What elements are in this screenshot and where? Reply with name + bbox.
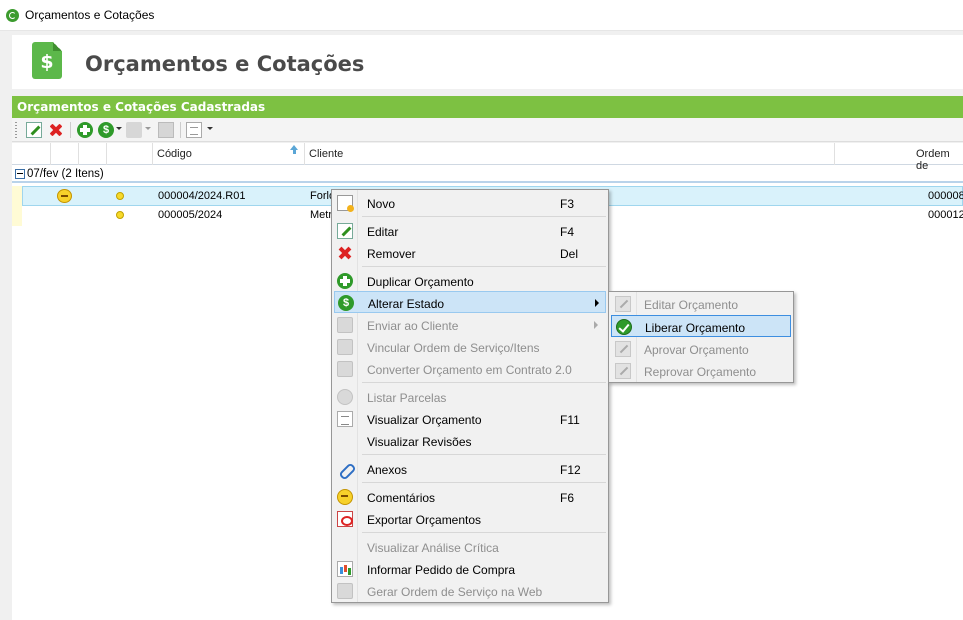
chevron-down-icon[interactable] [116, 127, 122, 130]
menu-item-exportar[interactable]: Exportar Orçamentos [334, 508, 606, 530]
toolbar-separator [180, 122, 181, 138]
parcels-icon [337, 389, 353, 405]
attach-icon [337, 461, 353, 477]
submenu-item-liberar-orcamento[interactable]: Liberar Orçamento [611, 315, 791, 337]
menu-item-remover[interactable]: Remover Del [334, 242, 606, 264]
menu-item-converter-contrato[interactable]: Converter Orçamento em Contrato 2.0 [334, 358, 606, 380]
chevron-down-icon [145, 127, 151, 130]
submenu-item-aprovar-orcamento[interactable]: Aprovar Orçamento [611, 338, 791, 360]
page-title: Orçamentos e Cotações [85, 52, 365, 76]
comment-icon [57, 189, 72, 203]
duplicate-icon[interactable] [77, 122, 93, 138]
status-dot-icon [116, 211, 124, 219]
cell-ordem: 000008 [928, 190, 963, 202]
approve-icon [615, 341, 631, 357]
cell-codigo: 000004/2024.R01 [158, 190, 246, 202]
menu-item-duplicar[interactable]: Duplicar Orçamento [334, 270, 606, 292]
submenu-arrow-icon [594, 321, 598, 329]
reject-icon [615, 363, 631, 379]
remove-icon[interactable] [48, 122, 64, 138]
menu-item-anexos[interactable]: Anexos F12 [334, 458, 606, 480]
menu-item-enviar-cliente[interactable]: Enviar ao Cliente [334, 314, 606, 336]
menu-item-gerar-os-web[interactable]: Gerar Ordem de Serviço na Web [334, 580, 606, 602]
page-header: $ Orçamentos e Cotações [12, 35, 963, 89]
edit-icon [615, 296, 631, 312]
status-dot-icon [116, 192, 124, 200]
submenu-arrow-icon [595, 299, 599, 307]
sort-ascending-icon [290, 145, 299, 154]
web-icon [337, 583, 353, 599]
send-icon [126, 122, 142, 138]
title-bar: Orçamentos e Cotações [0, 0, 963, 31]
window-title: Orçamentos e Cotações [25, 8, 155, 22]
pdf-icon [337, 511, 353, 527]
chevron-down-icon[interactable] [207, 127, 213, 130]
panel-title: Orçamentos e Cotações Cadastradas [17, 100, 266, 114]
collapse-icon[interactable] [15, 169, 25, 179]
row-marker [12, 186, 22, 226]
menu-item-comentarios[interactable]: Comentários F6 [334, 486, 606, 508]
contract-icon [158, 122, 174, 138]
link-icon [337, 339, 353, 355]
column-header-cliente[interactable]: Cliente [309, 148, 343, 160]
duplicate-icon [337, 273, 353, 289]
menu-item-analise-critica[interactable]: Visualizar Análise Crítica [334, 536, 606, 558]
cell-ordem: 000012 [928, 209, 963, 221]
panel-header: Orçamentos e Cotações Cadastradas [12, 96, 963, 118]
state-dollar-icon: $ [338, 295, 354, 311]
submenu-item-reprovar-orcamento[interactable]: Reprovar Orçamento [611, 360, 791, 382]
menu-item-vincular-os[interactable]: Vincular Ordem de Serviço/Itens [334, 336, 606, 358]
comment-icon [337, 489, 353, 505]
menu-item-pedido-compra[interactable]: Informar Pedido de Compra [334, 558, 606, 580]
cell-cliente: Metr [310, 209, 332, 221]
check-icon [616, 319, 632, 335]
report-icon[interactable] [186, 122, 202, 138]
group-row: 07/fev (2 Itens) [12, 167, 963, 183]
menu-item-visualizar-orcamento[interactable]: Visualizar Orçamento F11 [334, 408, 606, 430]
grid-header: Código Cliente Ordem de [12, 143, 963, 172]
menu-item-alterar-estado[interactable]: $ Alterar Estado [334, 291, 606, 313]
group-label: 07/fev (2 Itens) [27, 168, 104, 180]
edit-icon[interactable] [26, 122, 42, 138]
menu-item-visualizar-revisoes[interactable]: Visualizar Revisões [334, 430, 606, 452]
toolbar: $ [12, 118, 963, 142]
toolbar-separator [70, 122, 71, 138]
app-icon [6, 9, 19, 22]
column-header-codigo[interactable]: Código [157, 148, 192, 160]
quote-document-icon: $ [32, 42, 62, 79]
convert-icon [337, 361, 353, 377]
state-dollar-icon[interactable]: $ [98, 122, 114, 138]
menu-item-listar-parcelas[interactable]: Listar Parcelas [334, 386, 606, 408]
submenu-item-editar-orcamento[interactable]: Editar Orçamento [611, 293, 791, 315]
cell-codigo: 000005/2024 [158, 209, 223, 221]
new-icon [337, 195, 354, 212]
edit-icon [337, 223, 353, 239]
remove-icon [337, 245, 353, 261]
context-menu: Novo F3 Editar F4 Remover Del Duplicar O… [331, 189, 609, 603]
menu-item-novo[interactable]: Novo F3 [334, 192, 606, 214]
state-submenu: Editar Orçamento Liberar Orçamento Aprov… [608, 291, 794, 383]
view-icon [337, 411, 353, 427]
menu-item-editar[interactable]: Editar F4 [334, 220, 606, 242]
send-icon [337, 317, 353, 333]
toolbar-grip[interactable] [15, 122, 17, 138]
purchase-order-icon [337, 561, 353, 577]
